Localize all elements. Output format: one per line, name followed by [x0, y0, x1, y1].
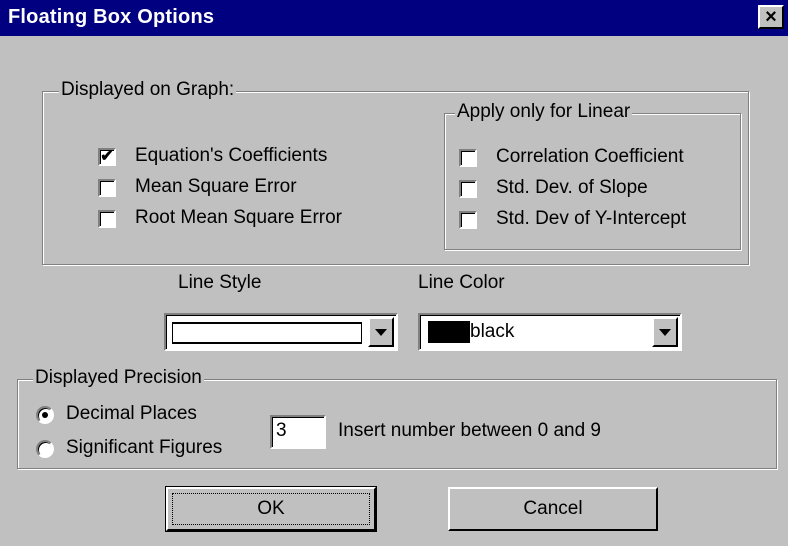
close-button[interactable]: ×: [758, 5, 784, 29]
apply-only-linear-group: Apply only for Linear Correlation Coeffi…: [444, 101, 741, 250]
equation-coefficients-label: Equation's Coefficients: [135, 145, 328, 166]
line-color-dropdown[interactable]: black: [418, 313, 682, 351]
radio-dot-icon: [42, 412, 48, 418]
chevron-down-icon: [659, 328, 671, 336]
check-mark-icon: ✔: [100, 148, 114, 165]
window-title: Floating Box Options: [8, 6, 215, 28]
correlation-coefficient-label: Correlation Coefficient: [496, 146, 684, 167]
significant-figures-label: Significant Figures: [66, 437, 223, 458]
line-style-label: Line Style: [178, 272, 262, 293]
root-mean-square-error-checkbox[interactable]: [98, 210, 116, 228]
mean-square-error-label: Mean Square Error: [135, 176, 297, 197]
correlation-coefficient-checkbox[interactable]: [459, 149, 477, 167]
std-dev-slope-checkbox[interactable]: [459, 180, 477, 198]
line-style-dropdown-button[interactable]: [368, 317, 394, 347]
color-swatch: [428, 321, 470, 343]
std-dev-y-intercept-checkbox[interactable]: [459, 211, 477, 229]
displayed-precision-label: Displayed Precision: [33, 367, 204, 389]
line-color-value: black: [470, 321, 515, 342]
apply-only-linear-label: Apply only for Linear: [455, 101, 633, 123]
std-dev-y-intercept-label: Std. Dev of Y-Intercept: [496, 208, 687, 229]
ok-button[interactable]: OK: [165, 486, 377, 532]
line-style-preview: [172, 322, 362, 344]
decimal-places-label: Decimal Places: [66, 403, 197, 424]
precision-input[interactable]: 3: [270, 415, 326, 449]
focus-rect: [172, 493, 370, 525]
root-mean-square-error-label: Root Mean Square Error: [135, 207, 342, 228]
displayed-on-graph-label: Displayed on Graph:: [59, 79, 237, 101]
significant-figures-radio[interactable]: [36, 440, 54, 458]
chevron-down-icon: [375, 328, 387, 336]
cancel-button[interactable]: Cancel: [448, 487, 658, 531]
precision-hint: Insert number between 0 and 9: [338, 420, 602, 441]
line-color-label: Line Color: [418, 272, 505, 293]
line-style-dropdown[interactable]: [164, 313, 398, 351]
std-dev-slope-label: Std. Dev. of Slope: [496, 177, 648, 198]
decimal-places-radio[interactable]: [36, 406, 54, 424]
close-icon: ×: [765, 6, 777, 28]
precision-input-value: 3: [276, 420, 287, 441]
displayed-precision-group: Displayed Precision Decimal Places Signi…: [17, 367, 777, 469]
title-bar: Floating Box Options ×: [0, 0, 788, 36]
cancel-button-label: Cancel: [523, 498, 583, 519]
displayed-on-graph-group: Displayed on Graph: ✔ Equation's Coeffic…: [42, 79, 749, 265]
equation-coefficients-checkbox[interactable]: ✔: [98, 148, 116, 166]
mean-square-error-checkbox[interactable]: [98, 179, 116, 197]
line-color-dropdown-button[interactable]: [652, 317, 678, 347]
